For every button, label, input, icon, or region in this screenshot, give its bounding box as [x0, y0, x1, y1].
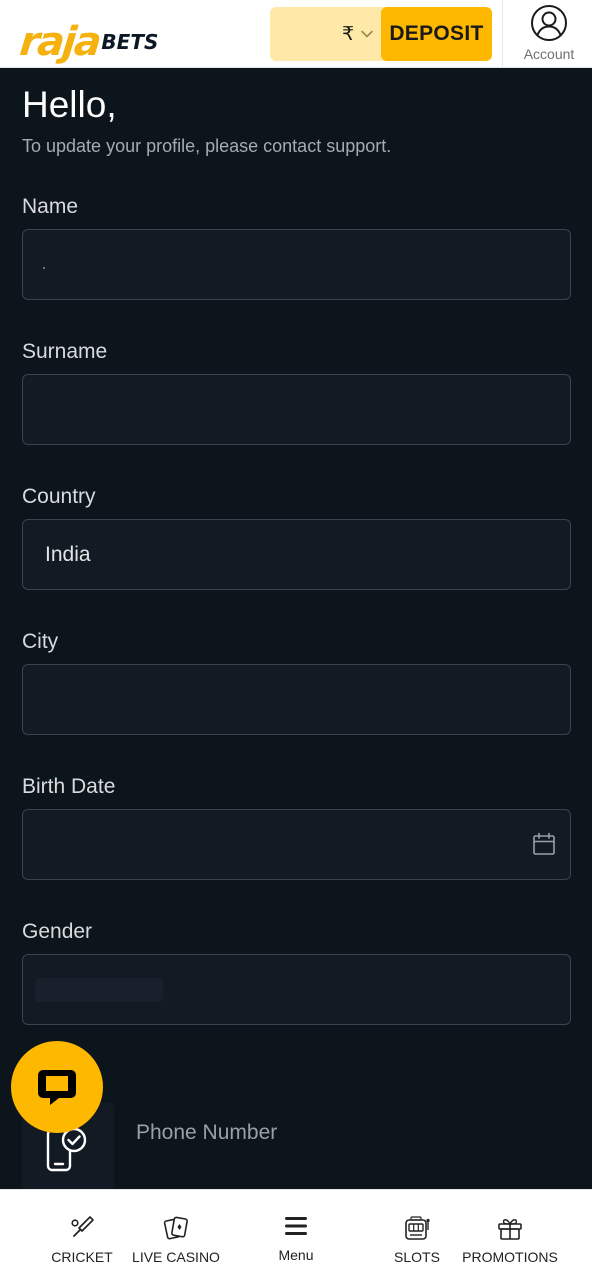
gender-label: Gender: [22, 920, 93, 943]
country-field[interactable]: India: [22, 519, 571, 590]
bottom-navigation: CRICKET LIVE CASINO Menu SLOTS PROMOTION…: [0, 1189, 592, 1280]
currency-selector[interactable]: ₹: [334, 7, 382, 61]
birth-date-label: Birth Date: [22, 775, 116, 798]
top-header: raja BETS ₹ DEPOSIT Account: [0, 0, 592, 68]
nav-promotions-label: PROMOTIONS: [462, 1249, 558, 1265]
profile-subtitle: To update your profile, please contact s…: [22, 136, 392, 156]
birth-date-field[interactable]: [22, 809, 571, 880]
nav-live-casino-label: LIVE CASINO: [132, 1249, 220, 1265]
cricket-bat-icon: [71, 1216, 94, 1237]
logo-primary-text: raja: [17, 19, 102, 65]
chevron-down-icon: [361, 30, 373, 38]
name-field-value: [43, 266, 45, 269]
surname-label: Surname: [22, 340, 108, 363]
nav-slots[interactable]: SLOTS: [383, 1190, 451, 1280]
chat-bubble-icon: [38, 1070, 76, 1105]
rajabets-logo[interactable]: raja BETS: [17, 12, 159, 65]
account-label: Account: [523, 46, 575, 62]
nav-menu[interactable]: Menu: [262, 1190, 330, 1280]
user-circle-icon: [531, 5, 567, 41]
country-label: Country: [22, 485, 96, 508]
hamburger-menu-icon: [285, 1217, 307, 1235]
playing-cards-icon: [163, 1216, 188, 1240]
logo-secondary-text: BETS: [101, 30, 159, 54]
gender-field-value: [35, 977, 163, 1002]
nav-cricket[interactable]: CRICKET: [48, 1190, 116, 1280]
calendar-icon[interactable]: [532, 832, 556, 856]
nav-promotions[interactable]: PROMOTIONS: [462, 1190, 558, 1280]
currency-symbol: ₹: [341, 23, 355, 45]
gift-icon: [498, 1219, 522, 1240]
city-field[interactable]: [22, 664, 571, 735]
gender-field[interactable]: [22, 954, 571, 1025]
slot-machine-icon: [405, 1216, 430, 1240]
nav-cricket-label: CRICKET: [51, 1249, 113, 1265]
nav-slots-label: SLOTS: [394, 1249, 440, 1265]
nav-menu-label: Menu: [278, 1247, 314, 1263]
account-button[interactable]: Account: [510, 4, 588, 66]
nav-live-casino[interactable]: LIVE CASINO: [131, 1190, 221, 1280]
name-field[interactable]: [22, 229, 571, 300]
live-chat-button[interactable]: [11, 1041, 103, 1133]
phone-number-label: Phone Number: [136, 1121, 278, 1144]
name-label: Name: [22, 195, 79, 218]
city-label: City: [22, 630, 59, 653]
deposit-button[interactable]: DEPOSIT: [381, 7, 492, 61]
header-divider: [502, 0, 503, 68]
country-field-value: India: [45, 542, 91, 566]
profile-page: raja BETS ₹ DEPOSIT Account Hello, To up…: [0, 0, 592, 1280]
balance-box: ₹ DEPOSIT: [270, 7, 492, 61]
greeting-heading: Hello,: [22, 84, 117, 125]
surname-field[interactable]: [22, 374, 571, 445]
